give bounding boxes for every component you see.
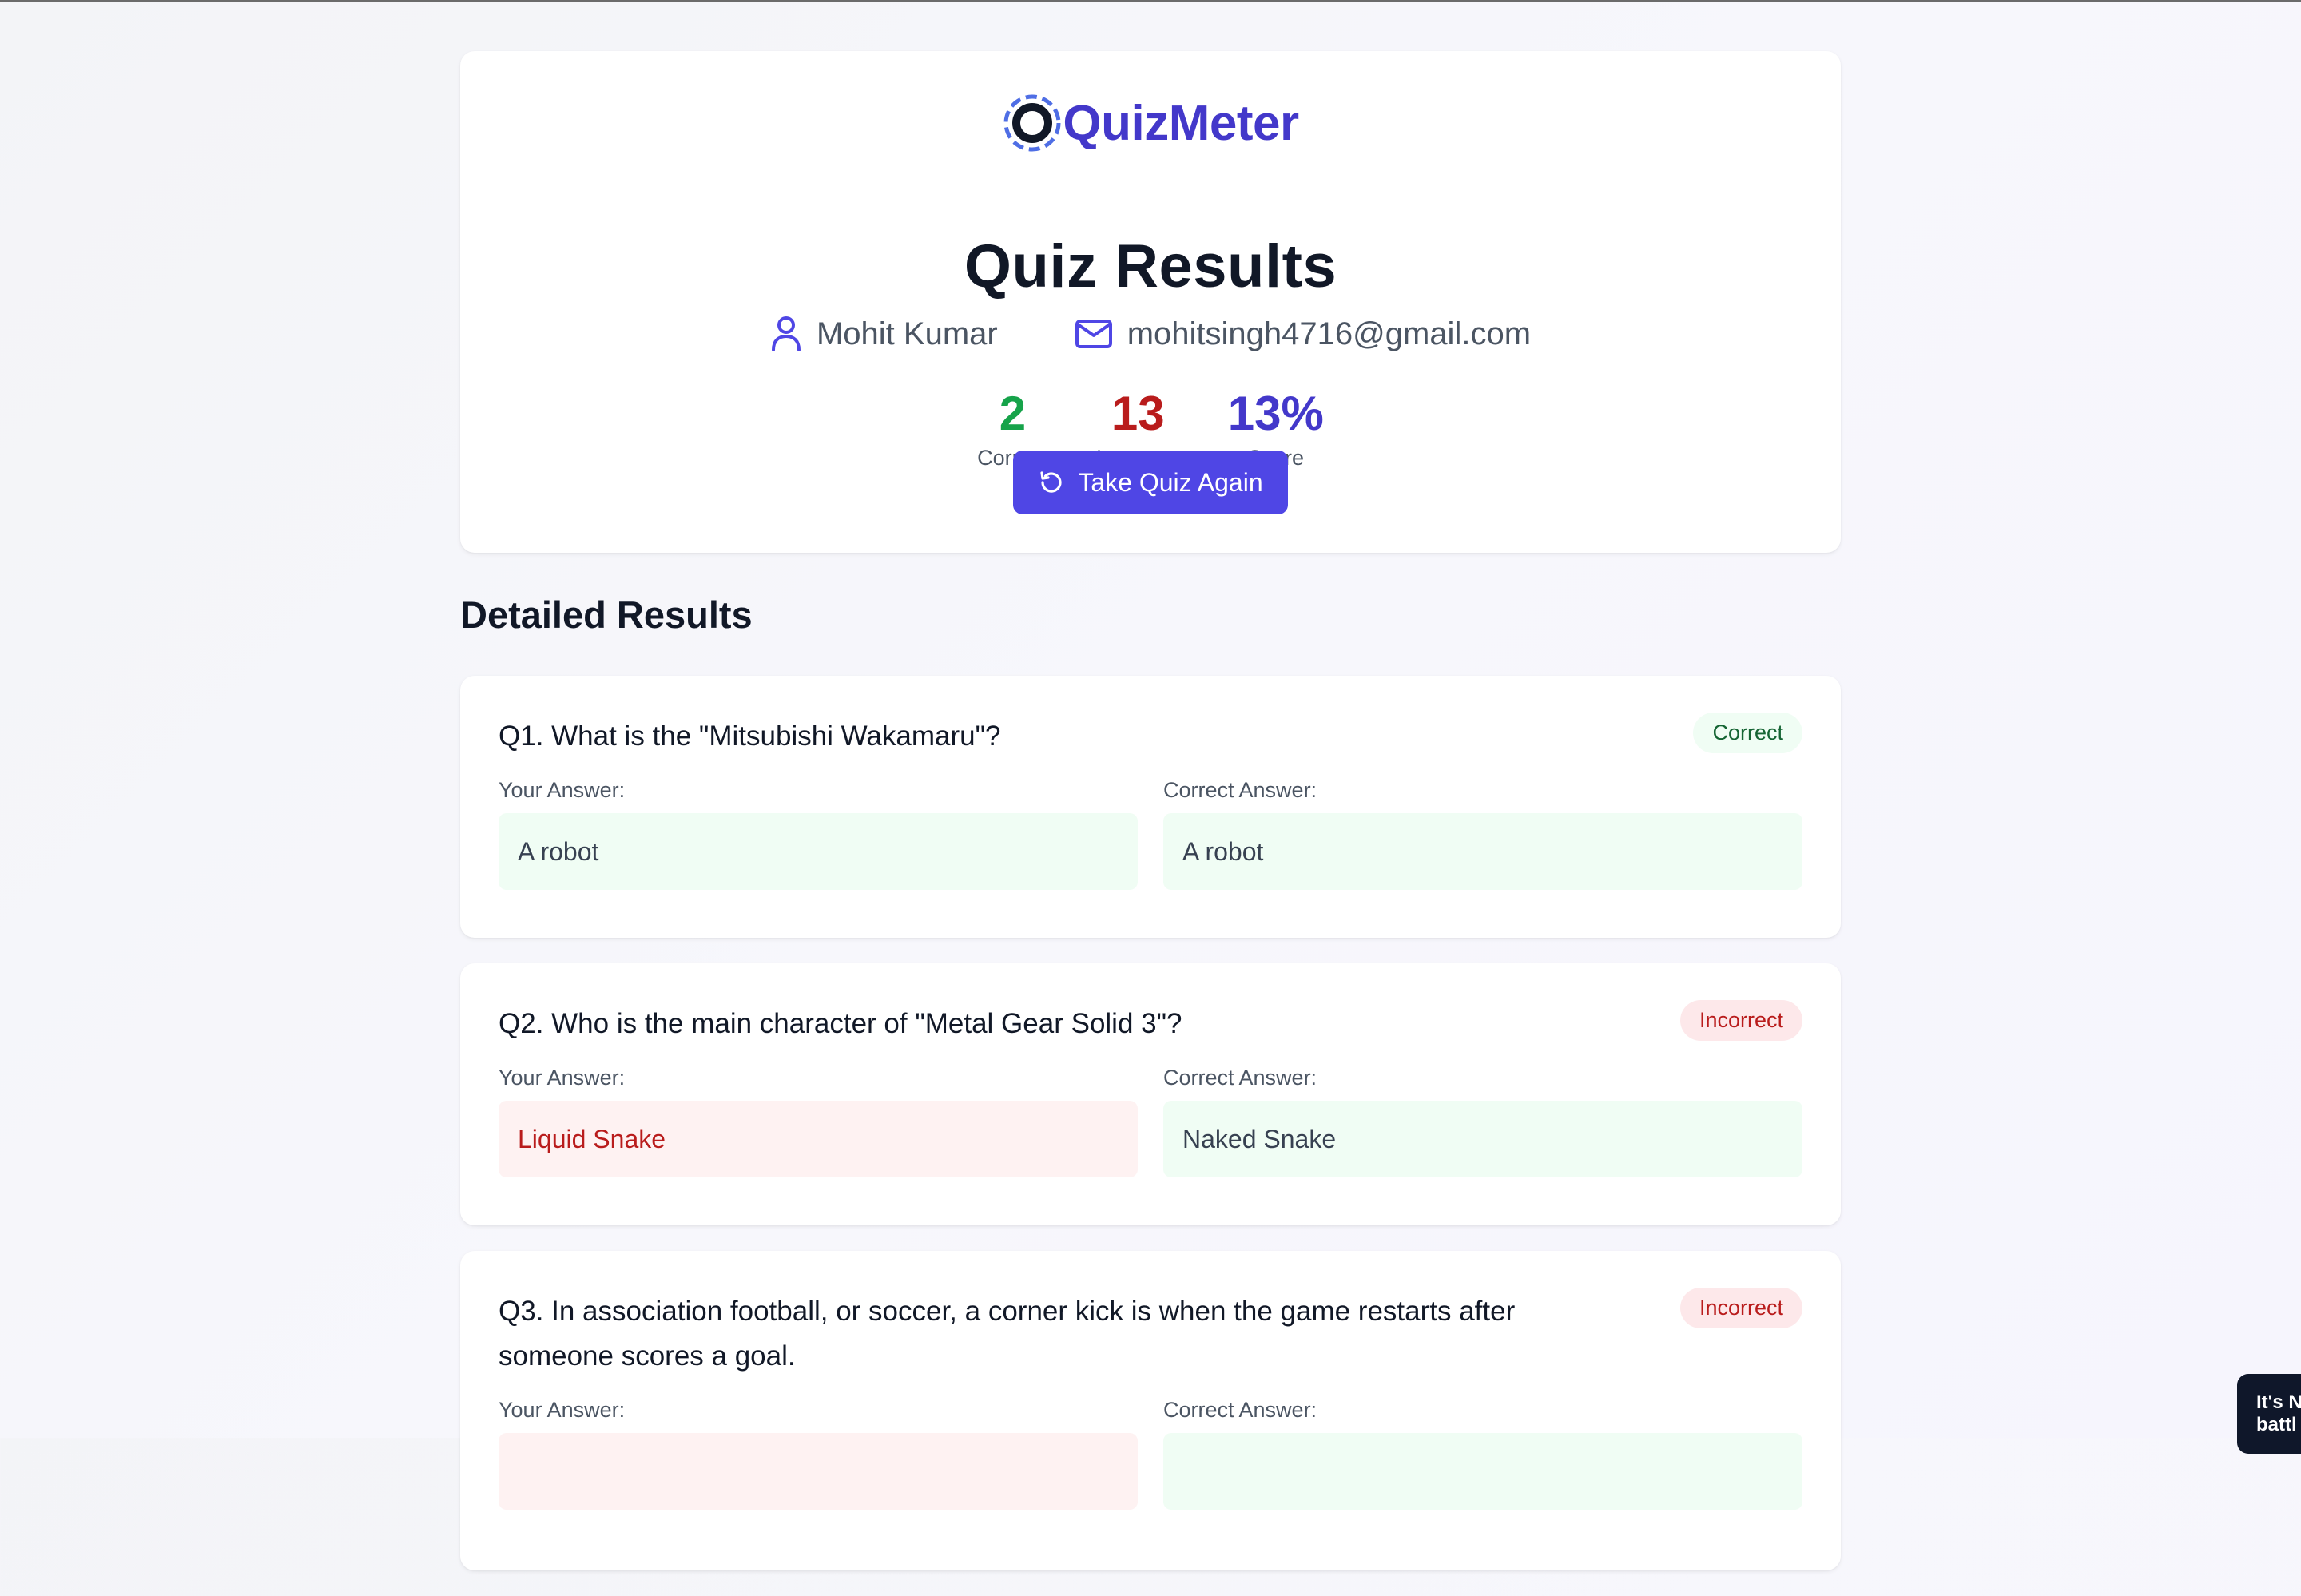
answers-row: Your Answer: Liquid Snake Correct Answer…: [499, 1066, 1802, 1177]
user-name-item: Mohit Kumar: [770, 315, 998, 353]
detailed-results-heading: Detailed Results: [460, 594, 753, 636]
page-title: Quiz Results: [964, 232, 1337, 300]
mail-icon: [1075, 320, 1112, 348]
user-icon: [771, 316, 801, 351]
your-answer-label: Your Answer:: [499, 1066, 626, 1090]
your-answer-label: Your Answer:: [499, 1398, 626, 1422]
correct-answer-value: A robot: [1163, 813, 1802, 890]
question-card-3: Q3. In association football, or soccer, …: [460, 1251, 1841, 1570]
results-summary-card: QuizMeter Quiz Results Mohit Kumar mohit…: [460, 51, 1841, 553]
answers-row: Your Answer: A robot Correct Answer: A r…: [499, 778, 1802, 890]
promo-line-2: battl: [2256, 1414, 2297, 1435]
user-email: mohitsingh4716@gmail.com: [1127, 316, 1532, 351]
stat-incorrect-value: 13: [1111, 387, 1165, 440]
your-answer-label: Your Answer:: [499, 778, 626, 802]
question-text: Q3. In association football, or soccer, …: [499, 1296, 1516, 1372]
user-name: Mohit Kumar: [816, 316, 998, 351]
stat-correct-value: 2: [999, 387, 1027, 440]
quizmeter-logo-icon: [1003, 94, 1061, 152]
stat-score-value: 13%: [1227, 387, 1324, 440]
question-card-1: Q1. What is the "Mitsubishi Wakamaru"? C…: [460, 676, 1841, 938]
promo-popup[interactable]: It's N battl: [2237, 1374, 2301, 1454]
status-badge: Correct: [1693, 713, 1802, 753]
user-email-item: mohitsingh4716@gmail.com: [1075, 316, 1531, 352]
correct-answer-value: [1163, 1433, 1802, 1510]
your-answer-value: A robot: [499, 813, 1138, 890]
your-answer-value: Liquid Snake: [499, 1101, 1138, 1177]
your-answer-value: [499, 1433, 1138, 1510]
status-badge: Incorrect: [1679, 1000, 1802, 1041]
take-quiz-again-label: Take Quiz Again: [1078, 467, 1263, 497]
window-top-border: [0, 0, 2301, 2]
correct-answer-value: Naked Snake: [1163, 1101, 1802, 1177]
answers-row: Your Answer: Correct Answer:: [499, 1398, 1802, 1510]
status-badge: Incorrect: [1679, 1288, 1802, 1328]
correct-answer-label: Correct Answer:: [1163, 1398, 1317, 1422]
user-info: Mohit Kumar mohitsingh4716@gmail.com: [460, 315, 1841, 353]
brand-logo[interactable]: QuizMeter: [460, 91, 1841, 155]
results-container: QuizMeter Quiz Results Mohit Kumar mohit…: [460, 51, 1841, 1596]
take-quiz-again-button[interactable]: Take Quiz Again: [1013, 451, 1288, 514]
brand-name: QuizMeter: [1063, 95, 1299, 151]
correct-answer-label: Correct Answer:: [1163, 778, 1317, 802]
question-text: Q1. What is the "Mitsubishi Wakamaru"?: [499, 721, 1001, 752]
promo-line-1: It's N: [2256, 1392, 2301, 1413]
refresh-icon: [1040, 471, 1062, 493]
question-text: Q2. Who is the main character of "Metal …: [499, 1008, 1182, 1039]
correct-answer-label: Correct Answer:: [1163, 1066, 1317, 1090]
question-card-2: Q2. Who is the main character of "Metal …: [460, 963, 1841, 1225]
